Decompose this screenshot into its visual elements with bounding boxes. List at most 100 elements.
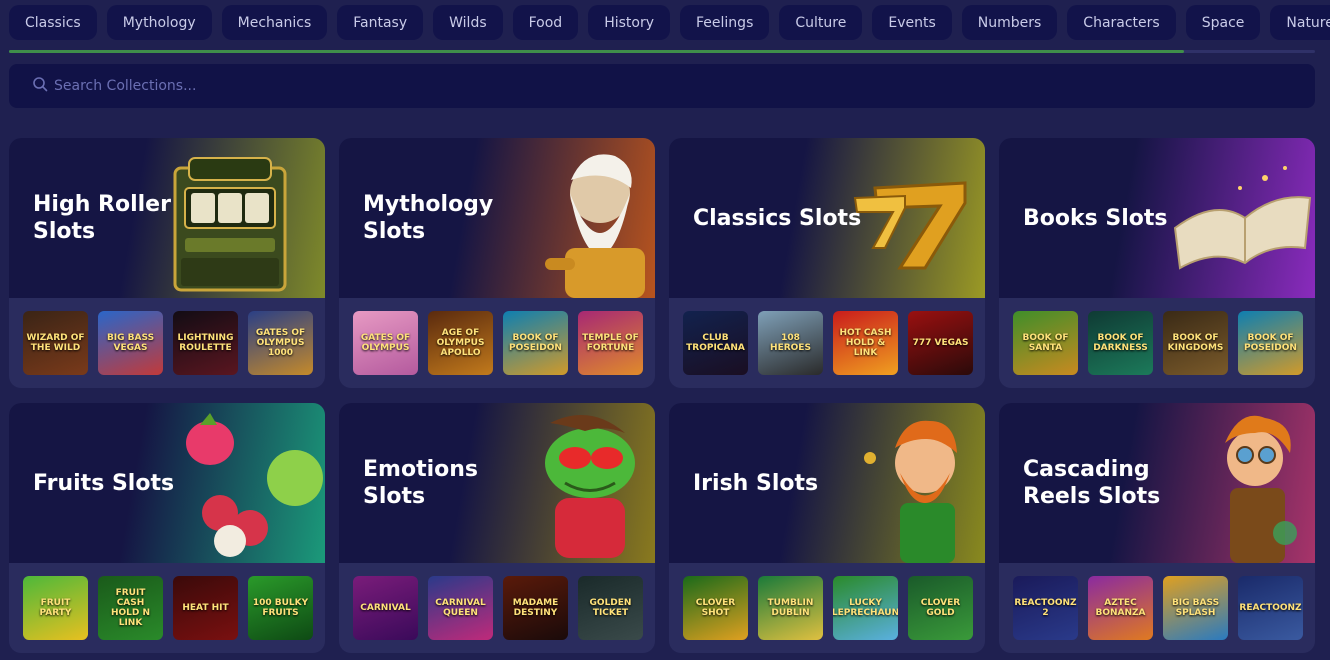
game-thumbnail[interactable]: FRUIT CASH HOLD N LINK [98, 576, 163, 640]
game-thumbnails: FRUIT PARTY FRUIT CASH HOLD N LINK HEAT HI… [23, 576, 313, 640]
game-title: AZTEC BONANZA [1095, 598, 1146, 618]
game-thumbnail[interactable]: 777 VEGAS [908, 311, 973, 375]
game-thumbnail[interactable]: GOLDEN TICKET [578, 576, 643, 640]
game-thumbnail[interactable]: LUCKY LEPRECHAUN [833, 576, 898, 640]
game-thumbnail[interactable]: FRUIT PARTY [23, 576, 88, 640]
game-title: CLOVER SHOT [695, 598, 736, 618]
collection-banner[interactable]: Classics Slots [669, 138, 985, 298]
game-thumbnail[interactable]: BOOK OF POSEIDON [503, 311, 568, 375]
game-title: BOOK OF SANTA [1022, 333, 1069, 353]
game-title: HEAT HIT [182, 603, 229, 613]
game-thumbnail[interactable]: CLOVER GOLD [908, 576, 973, 640]
game-title: BIG BASS SPLASH [1171, 598, 1220, 618]
game-thumbnail[interactable]: CARNIVAL [353, 576, 418, 640]
game-title: 100 BULKY FRUITS [252, 598, 309, 618]
category-chip-nature[interactable]: Nature [1270, 5, 1330, 40]
game-title: CLUB TROPICANA [686, 333, 745, 353]
collection-banner[interactable]: Books Slots [999, 138, 1315, 298]
game-title: CARNIVAL [360, 603, 411, 613]
game-thumbnail[interactable]: MADAME DESTINY [503, 576, 568, 640]
search-input[interactable] [54, 71, 1254, 101]
game-thumbnail[interactable]: BIG BASS VEGAS [98, 311, 163, 375]
game-thumbnail[interactable]: BIG BASS SPLASH [1163, 576, 1228, 640]
collection-card[interactable]: Mythology Slots GATES OF OLYMPUS AGE OF O… [339, 138, 655, 388]
category-chip-characters[interactable]: Characters [1067, 5, 1176, 40]
game-thumbnail[interactable]: 100 BULKY FRUITS [248, 576, 313, 640]
game-title: REACTOONZ 2 [1014, 598, 1077, 618]
collection-title: High Roller Slots [33, 192, 171, 244]
game-title: BIG BASS VEGAS [106, 333, 155, 353]
category-chip-classics[interactable]: Classics [9, 5, 97, 40]
category-chip-food[interactable]: Food [512, 5, 579, 40]
game-title: TEMPLE OF FORTUNE [582, 333, 639, 353]
category-chip-events[interactable]: Events [872, 5, 952, 40]
collection-title: Mythology Slots [363, 192, 494, 244]
collection-title: Emotions Slots [363, 457, 478, 509]
collection-card[interactable]: High Roller Slots WIZARD OF THE WILD BIG … [9, 138, 325, 388]
game-thumbnail[interactable]: BOOK OF DARKNESS [1088, 311, 1153, 375]
category-chip-numbers[interactable]: Numbers [961, 5, 1058, 40]
game-thumbnail[interactable]: TEMPLE OF FORTUNE [578, 311, 643, 375]
game-thumbnails: REACTOONZ 2 AZTEC BONANZA BIG BASS SPLASH R… [1013, 576, 1303, 640]
category-chips: Classics Mythology Mechanics Fantasy Wilds Fo… [9, 5, 1330, 40]
category-chip-feelings[interactable]: Feelings [680, 5, 770, 40]
game-title: GATES OF OLYMPUS [360, 333, 411, 353]
game-thumbnails: BOOK OF SANTA BOOK OF DARKNESS BOOK OF KIN… [1013, 311, 1303, 375]
collection-card[interactable]: Books Slots BOOK OF SANTA BOOK OF DARKNES… [999, 138, 1315, 388]
game-title: LUCKY LEPRECHAUN [833, 598, 898, 618]
category-chip-mythology[interactable]: Mythology [106, 5, 212, 40]
collection-card[interactable]: Fruits Slots FRUIT PARTY FRUIT CASH HOLD … [9, 403, 325, 653]
game-thumbnail[interactable]: TUMBLIN DUBLIN [758, 576, 823, 640]
game-thumbnails: GATES OF OLYMPUS AGE OF OLYMPUS APOLLO BOO… [353, 311, 643, 375]
game-thumbnail[interactable]: 108 HEROES [758, 311, 823, 375]
game-title: BOOK OF DARKNESS [1093, 333, 1148, 353]
game-thumbnails: CLOVER SHOT TUMBLIN DUBLIN LUCKY LEPRECHAU… [683, 576, 973, 640]
category-chip-fantasy[interactable]: Fantasy [337, 5, 424, 40]
game-title: FRUIT CASH HOLD N LINK [110, 588, 151, 628]
game-title: BOOK OF KINGDOMS [1167, 333, 1224, 353]
game-thumbnail[interactable]: HOT CASH HOLD & LINK [833, 311, 898, 375]
category-scrollbar-thumb[interactable] [9, 50, 1185, 53]
collection-banner[interactable]: Mythology Slots [339, 138, 655, 298]
game-thumbnail[interactable]: LIGHTNING ROULETTE [173, 311, 238, 375]
category-scrollbar[interactable] [9, 50, 1315, 53]
game-thumbnail[interactable]: GATES OF OLYMPUS [353, 311, 418, 375]
game-title: AGE OF OLYMPUS APOLLO [436, 328, 485, 358]
game-thumbnail[interactable]: BOOK OF POSEIDON [1238, 311, 1303, 375]
collection-banner[interactable]: Fruits Slots [9, 403, 325, 563]
collection-banner[interactable]: Emotions Slots [339, 403, 655, 563]
game-thumbnails: CLUB TROPICANA 108 HEROES HOT CASH HOLD & … [683, 311, 973, 375]
category-chip-wilds[interactable]: Wilds [433, 5, 503, 40]
game-title: GATES OF OLYMPUS 1000 [255, 328, 306, 358]
game-thumbnail[interactable]: HEAT HIT [173, 576, 238, 640]
game-title: 777 VEGAS [912, 338, 969, 348]
game-thumbnail[interactable]: AGE OF OLYMPUS APOLLO [428, 311, 493, 375]
game-thumbnail[interactable]: GATES OF OLYMPUS 1000 [248, 311, 313, 375]
game-thumbnail[interactable]: AZTEC BONANZA [1088, 576, 1153, 640]
game-thumbnail[interactable]: CARNIVAL QUEEN [428, 576, 493, 640]
game-thumbnail[interactable]: BOOK OF KINGDOMS [1163, 311, 1228, 375]
game-thumbnail[interactable]: CLOVER SHOT [683, 576, 748, 640]
game-thumbnail[interactable]: BOOK OF SANTA [1013, 311, 1078, 375]
game-title: BOOK OF POSEIDON [1244, 333, 1297, 353]
category-chip-culture[interactable]: Culture [779, 5, 863, 40]
collection-card[interactable]: Emotions Slots CARNIVAL CARNIVAL QUEEN MAD… [339, 403, 655, 653]
game-thumbnail[interactable]: REACTOONZ 2 [1013, 576, 1078, 640]
game-thumbnail[interactable]: WIZARD OF THE WILD [23, 311, 88, 375]
collection-banner[interactable]: Cascading Reels Slots [999, 403, 1315, 563]
collection-card[interactable]: Irish Slots CLOVER SHOT TUMBLIN DUBLIN LUC… [669, 403, 985, 653]
game-title: GOLDEN TICKET [589, 598, 632, 618]
category-chip-mechanics[interactable]: Mechanics [221, 5, 328, 40]
collection-title: Fruits Slots [33, 470, 175, 496]
collection-banner[interactable]: High Roller Slots [9, 138, 325, 298]
game-title: FRUIT PARTY [39, 598, 72, 618]
category-chip-history[interactable]: History [588, 5, 671, 40]
game-thumbnail[interactable]: REACTOONZ [1238, 576, 1303, 640]
category-chip-space[interactable]: Space [1185, 5, 1261, 40]
search-bar[interactable] [9, 64, 1315, 108]
game-title: MADAME DESTINY [512, 598, 559, 618]
collection-card[interactable]: Classics Slots CLUB TROPICANA 108 HEROES H… [669, 138, 985, 388]
game-thumbnail[interactable]: CLUB TROPICANA [683, 311, 748, 375]
collection-banner[interactable]: Irish Slots [669, 403, 985, 563]
collection-card[interactable]: Cascading Reels Slots REACTOONZ 2 AZTEC B… [999, 403, 1315, 653]
